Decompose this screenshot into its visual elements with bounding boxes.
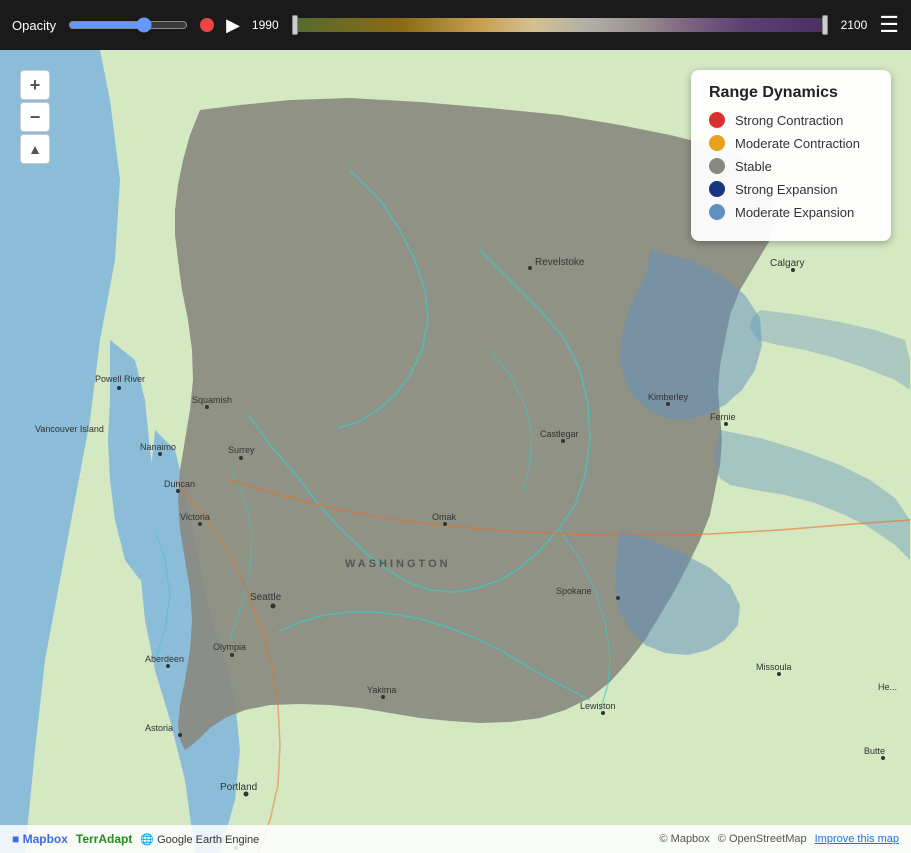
moderate-contraction-dot bbox=[709, 135, 725, 151]
svg-text:Portland: Portland bbox=[220, 782, 257, 793]
svg-text:Victoria: Victoria bbox=[180, 512, 210, 522]
svg-text:Kimberley: Kimberley bbox=[648, 392, 689, 402]
zoom-out-button[interactable]: − bbox=[20, 102, 50, 132]
svg-text:Vancouver Island: Vancouver Island bbox=[35, 424, 104, 434]
legend-item-strong-expansion: Strong Expansion bbox=[709, 181, 873, 197]
svg-text:Omak: Omak bbox=[432, 512, 457, 522]
legend-item-moderate-contraction: Moderate Contraction bbox=[709, 135, 873, 151]
timeline-track[interactable] bbox=[295, 18, 825, 32]
topbar: Opacity ▶ 1990 2100 ☰ bbox=[0, 0, 911, 50]
svg-text:He...: He... bbox=[878, 682, 897, 692]
svg-text:Castlegar: Castlegar bbox=[540, 429, 579, 439]
svg-text:Fernie: Fernie bbox=[710, 412, 736, 422]
mapbox-attribution: © Mapbox bbox=[660, 833, 710, 845]
strong-contraction-dot bbox=[709, 112, 725, 128]
zoom-in-button[interactable]: + bbox=[20, 70, 50, 100]
moderate-expansion-label: Moderate Expansion bbox=[735, 205, 854, 220]
svg-text:Nanaimo: Nanaimo bbox=[140, 442, 176, 452]
svg-text:Olympia: Olympia bbox=[213, 642, 246, 652]
legend-item-stable: Stable bbox=[709, 158, 873, 174]
year-left-label: 1990 bbox=[252, 18, 279, 32]
legend-item-strong-contraction: Strong Contraction bbox=[709, 112, 873, 128]
timeline-container bbox=[295, 18, 825, 32]
play-button[interactable]: ▶ bbox=[226, 16, 240, 34]
improve-map-link[interactable]: Improve this map bbox=[815, 833, 899, 845]
strong-expansion-label: Strong Expansion bbox=[735, 182, 838, 197]
timeline-handle-right[interactable] bbox=[822, 15, 828, 35]
svg-text:Yakima: Yakima bbox=[367, 685, 396, 695]
year-right-label: 2100 bbox=[841, 18, 868, 32]
reset-north-button[interactable]: ▲ bbox=[20, 134, 50, 164]
map-controls: + − ▲ bbox=[20, 70, 50, 164]
record-button[interactable] bbox=[200, 18, 214, 32]
mapbox-logo: ■ Mapbox bbox=[12, 832, 68, 846]
legend-title: Range Dynamics bbox=[709, 84, 873, 102]
google-earth-engine-logo: 🌐 Google Earth Engine bbox=[140, 833, 259, 846]
moderate-contraction-label: Moderate Contraction bbox=[735, 136, 860, 151]
legend-item-moderate-expansion: Moderate Expansion bbox=[709, 204, 873, 220]
timeline-handle-left[interactable] bbox=[292, 15, 298, 35]
attribution-bar: ■ Mapbox TerrAdapt 🌐 Google Earth Engine… bbox=[0, 825, 911, 853]
map-container[interactable]: Revelstoke Powell River Squamish Vancouv… bbox=[0, 50, 911, 853]
strong-expansion-dot bbox=[709, 181, 725, 197]
moderate-expansion-dot bbox=[709, 204, 725, 220]
terradapt-logo: TerrAdapt bbox=[76, 832, 132, 846]
osm-attribution: © OpenStreetMap bbox=[718, 833, 807, 845]
svg-text:Spokane: Spokane bbox=[556, 586, 592, 596]
svg-text:Duncan: Duncan bbox=[164, 479, 195, 489]
svg-text:Seattle: Seattle bbox=[250, 592, 282, 603]
opacity-label: Opacity bbox=[12, 18, 56, 33]
opacity-slider[interactable] bbox=[68, 17, 188, 33]
svg-text:Aberdeen: Aberdeen bbox=[145, 654, 184, 664]
stable-dot bbox=[709, 158, 725, 174]
svg-text:Lewiston: Lewiston bbox=[580, 701, 616, 711]
svg-text:WASHINGTON: WASHINGTON bbox=[345, 558, 451, 570]
svg-text:Powell River: Powell River bbox=[95, 374, 145, 384]
svg-text:Surrey: Surrey bbox=[228, 445, 255, 455]
svg-text:Astoria: Astoria bbox=[145, 723, 173, 733]
svg-text:Squamish: Squamish bbox=[192, 395, 232, 405]
stable-label: Stable bbox=[735, 159, 772, 174]
svg-text:Missoula: Missoula bbox=[756, 662, 792, 672]
legend: Range Dynamics Strong Contraction Modera… bbox=[691, 70, 891, 241]
svg-text:Calgary: Calgary bbox=[770, 258, 804, 269]
strong-contraction-label: Strong Contraction bbox=[735, 113, 843, 128]
svg-text:Revelstoke: Revelstoke bbox=[535, 257, 585, 268]
svg-text:Butte: Butte bbox=[864, 746, 885, 756]
menu-button[interactable]: ☰ bbox=[879, 14, 899, 36]
